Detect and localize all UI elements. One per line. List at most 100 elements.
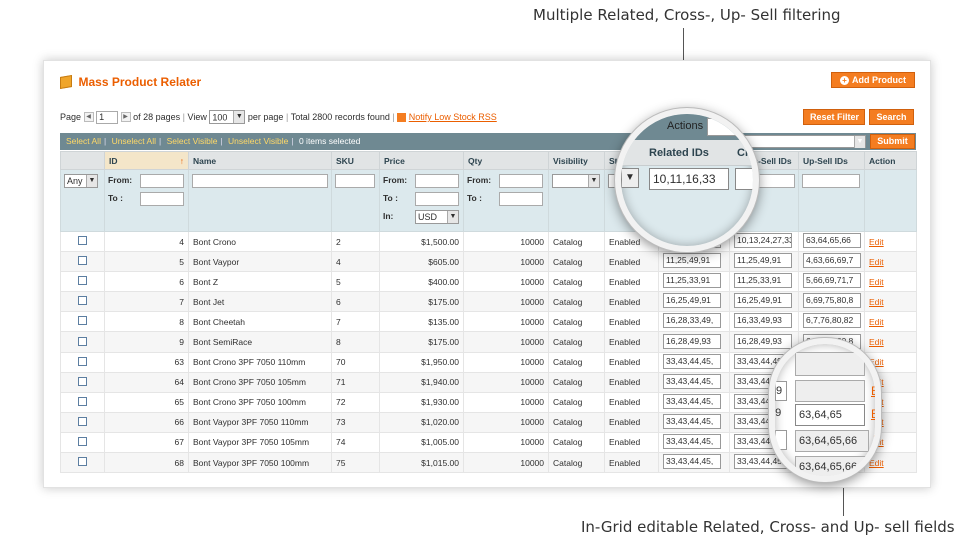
table-row: 5 Bont Vaypor 4 $605.00 10000 Catalog Enabled 1… — [60, 251, 917, 273]
mag-edit-link-2[interactable]: Edit — [871, 407, 875, 421]
cross-ids-input[interactable]: 11,25,33,91 — [734, 273, 792, 289]
col-visibility[interactable]: Visibility — [548, 151, 605, 170]
currency-select[interactable]: USD ▼ — [415, 210, 459, 224]
related-ids-input[interactable]: 11,25,33,91 — [663, 273, 721, 289]
up-ids-input[interactable]: 4,63,66,69,7 — [803, 253, 861, 269]
related-ids-input[interactable]: 33,43,44,45, — [663, 393, 721, 409]
related-ids-input[interactable]: 33,43,44,45, — [663, 454, 721, 470]
col-name[interactable]: Name — [188, 151, 332, 170]
cell-visibility: Catalog — [548, 291, 605, 313]
edit-link[interactable]: Edit — [869, 297, 884, 307]
low-stock-rss-link[interactable]: Notify Low Stock RSS — [409, 112, 497, 122]
edit-link[interactable]: Edit — [869, 257, 884, 267]
row-checkbox[interactable] — [78, 336, 87, 346]
cross-ids-input[interactable]: 11,25,49,91 — [734, 253, 792, 269]
row-checkbox[interactable] — [78, 396, 87, 406]
qty-from-input[interactable] — [499, 174, 543, 188]
row-checkbox[interactable] — [78, 416, 87, 426]
mag-edit-link-1[interactable]: Edit — [871, 384, 875, 398]
related-ids-input[interactable]: 16,25,49,91 — [663, 293, 721, 309]
sku-filter-input[interactable] — [335, 174, 375, 188]
reset-filter-button[interactable]: Reset Filter — [803, 109, 865, 125]
submit-button[interactable]: Submit — [870, 134, 915, 149]
cell-sku: 6 — [331, 291, 380, 313]
edit-link[interactable]: Edit — [869, 337, 884, 347]
cross-ids-input[interactable]: 16,25,49,91 — [734, 293, 792, 309]
row-checkbox[interactable] — [78, 276, 87, 286]
row-checkbox[interactable] — [78, 256, 87, 266]
unselect-visible-link[interactable]: Unselect Visible — [228, 136, 288, 146]
row-checkbox-cell — [60, 452, 105, 474]
row-checkbox[interactable] — [78, 376, 87, 386]
row-checkbox-cell — [60, 371, 105, 393]
price-from-input[interactable] — [415, 174, 459, 188]
up-ids-input[interactable]: 6,7,76,80,82 — [803, 313, 861, 329]
row-checkbox[interactable] — [78, 316, 87, 326]
up-filter-input[interactable] — [802, 174, 860, 188]
cell-name: Bont Crono 3PF 7050 100mm — [188, 391, 332, 413]
cross-ids-input[interactable]: 16,28,49,93 — [734, 333, 792, 349]
page-input[interactable]: 1 — [96, 110, 119, 124]
row-checkbox[interactable] — [78, 457, 87, 467]
filter-visibility: ▼ — [548, 169, 605, 232]
filter-sku — [331, 169, 380, 232]
col-id[interactable]: ID ↑ — [104, 151, 189, 170]
edit-link[interactable]: Edit — [869, 458, 884, 468]
cross-ids-input[interactable]: 10,13,24,27,33 — [734, 233, 792, 249]
select-all-link[interactable]: Select All — [66, 136, 101, 146]
related-ids-input[interactable]: 16,28,49,93 — [663, 333, 721, 349]
edit-link[interactable]: Edit — [869, 237, 884, 247]
cell-related-ids: 33,43,44,45, — [658, 351, 730, 373]
add-product-button[interactable]: + Add Product — [831, 72, 915, 88]
cell-related-ids: 11,25,49,91 — [658, 251, 730, 273]
any-select[interactable]: Any ▼ — [64, 174, 98, 188]
mag-upsell-input[interactable]: 63,64,65 — [795, 404, 865, 426]
row-checkbox-cell — [60, 271, 105, 293]
edit-link[interactable]: Edit — [869, 277, 884, 287]
related-ids-input[interactable]: 16,28,33,49, — [663, 313, 721, 329]
name-filter-input[interactable] — [192, 174, 328, 188]
qty-to-input[interactable] — [499, 192, 543, 206]
row-checkbox[interactable] — [78, 236, 87, 246]
cell-related-ids: 16,25,49,91 — [658, 291, 730, 313]
cell-cross-ids: 11,25,33,91 — [729, 271, 799, 293]
unselect-all-link[interactable]: Unselect All — [112, 136, 156, 146]
row-checkbox[interactable] — [78, 436, 87, 446]
related-ids-input[interactable]: 33,43,44,45, — [663, 413, 721, 429]
up-ids-input[interactable]: 6,69,75,80,8 — [803, 293, 861, 309]
up-ids-input[interactable]: 5,66,69,71,7 — [803, 273, 861, 289]
row-checkbox[interactable] — [78, 356, 87, 366]
actions-select[interactable]: ▼ — [740, 135, 866, 148]
up-ids-input[interactable]: 63,64,65,66 — [803, 233, 861, 249]
next-page-icon[interactable]: ▶ — [120, 112, 131, 122]
related-ids-input[interactable]: 33,43,44,45, — [663, 433, 721, 449]
row-checkbox[interactable] — [78, 296, 87, 306]
select-visible-link[interactable]: Select Visible — [167, 136, 218, 146]
price-to-input[interactable] — [415, 192, 459, 206]
per-page-select[interactable]: 100 ▼ — [209, 110, 246, 124]
cell-status: Enabled — [604, 331, 659, 353]
cell-up-ids: 6,69,75,80,8 — [798, 291, 865, 313]
prev-page-icon[interactable]: ◀ — [83, 112, 94, 122]
edit-link[interactable]: Edit — [869, 317, 884, 327]
col-qty[interactable]: Qty — [463, 151, 549, 170]
col-price[interactable]: Price — [379, 151, 464, 170]
related-ids-input[interactable]: 11,25,49,91 — [663, 253, 721, 269]
mag-related-input[interactable]: 10,11,16,33 — [649, 168, 729, 190]
cell-related-ids: 33,43,44,45, — [658, 431, 730, 454]
id-to-input[interactable] — [140, 192, 184, 206]
related-ids-input[interactable]: 33,43,44,45, — [663, 373, 721, 389]
cell-price: $175.00 — [379, 331, 464, 353]
cell-sku: 2 — [331, 230, 380, 253]
col-up-sell-ids[interactable]: Up-Sell IDs — [798, 151, 865, 170]
id-from-input[interactable] — [140, 174, 184, 188]
col-massaction — [60, 151, 105, 170]
visibility-select[interactable]: ▼ — [552, 174, 600, 188]
related-ids-input[interactable]: 33,43,44,45, — [663, 353, 721, 369]
chevron-down-icon: ▼ — [447, 211, 458, 223]
search-button[interactable]: Search — [869, 109, 914, 125]
massaction-bar: Select All | Unselect All | Select Visible… — [60, 133, 916, 150]
col-sku[interactable]: SKU — [331, 151, 380, 170]
sort-arrow-icon: ↑ — [179, 155, 184, 166]
cross-ids-input[interactable]: 16,33,49,93 — [734, 313, 792, 329]
